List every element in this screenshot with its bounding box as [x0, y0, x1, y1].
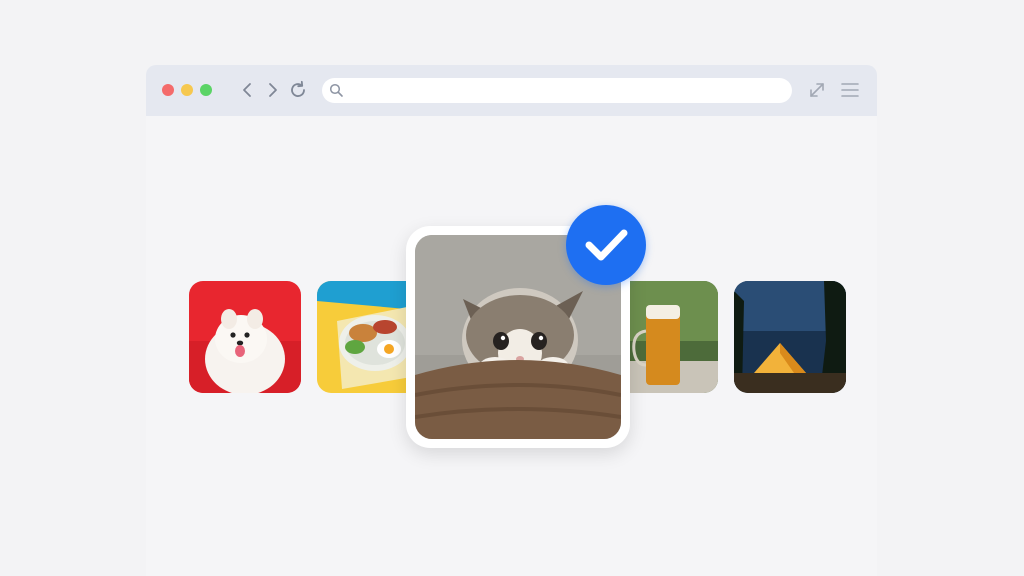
reload-icon[interactable]	[287, 79, 309, 101]
browser-toolbar	[146, 65, 877, 116]
image-thumbnail-dog[interactable]	[189, 281, 301, 393]
camping-tent-image	[734, 281, 846, 393]
selected-check-badge	[566, 205, 646, 285]
chevron-right-icon[interactable]	[261, 79, 283, 101]
chevron-left-icon[interactable]	[237, 79, 259, 101]
expand-icon[interactable]	[806, 79, 828, 101]
image-thumbnail-tent[interactable]	[734, 281, 846, 393]
address-bar[interactable]	[322, 78, 792, 103]
checkmark-icon	[585, 229, 628, 261]
menu-icon[interactable]	[839, 79, 861, 101]
minimize-window-button[interactable]	[181, 84, 193, 96]
pomeranian-dog-image	[189, 281, 301, 393]
maximize-window-button[interactable]	[200, 84, 212, 96]
close-window-button[interactable]	[162, 84, 174, 96]
url-input[interactable]	[350, 81, 784, 102]
search-icon	[329, 83, 343, 97]
